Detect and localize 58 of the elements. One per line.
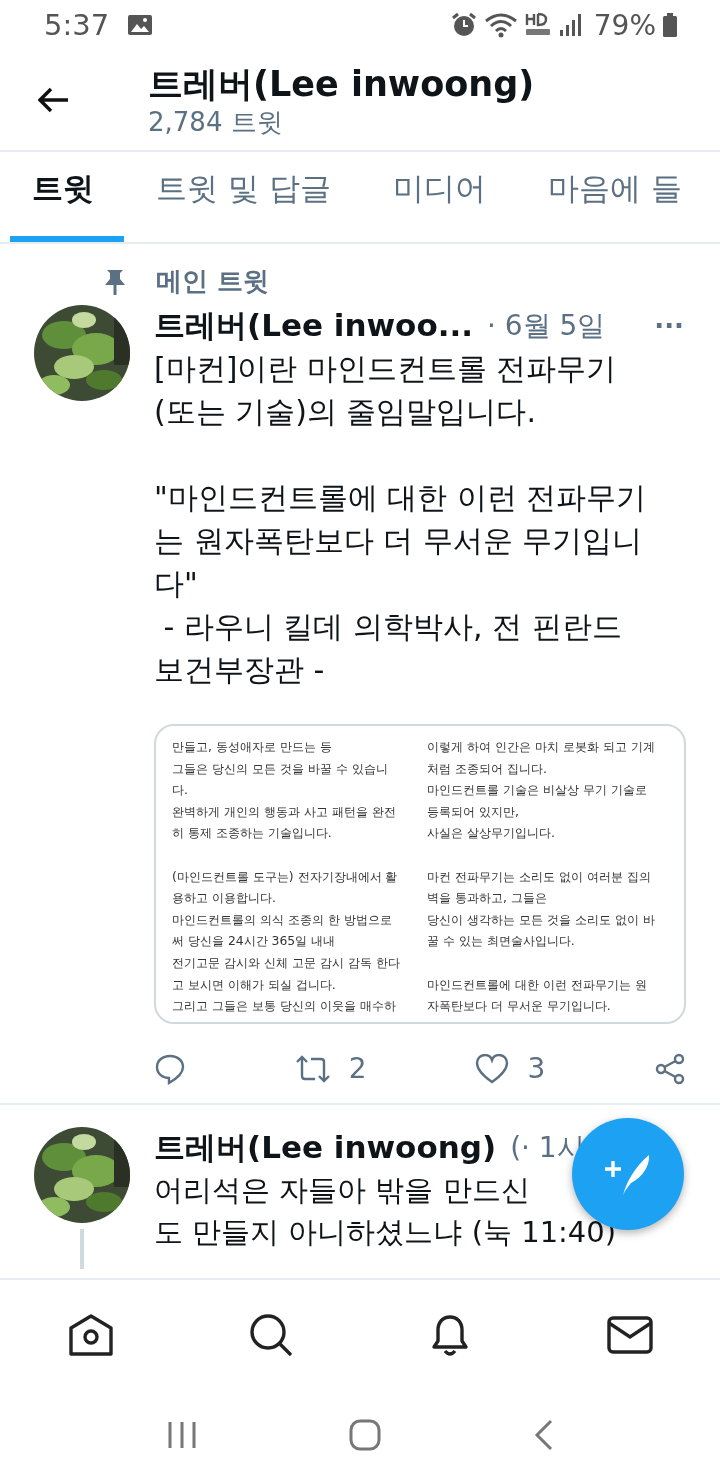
image-text: 이렇게 하여 인간은 마치 로봇화 되고 기계 xyxy=(427,738,656,756)
tweet-text: 도 만들지 아니하셨느냐 (눅 11:40) xyxy=(154,1214,617,1251)
image-text: 그들은 당신의 모든 것을 바꿀 수 있습니 xyxy=(172,759,389,778)
image-icon xyxy=(127,14,154,36)
tweet-time: · 6월 5일 xyxy=(487,308,606,344)
hd-voice-icon xyxy=(523,12,552,38)
signal-icon xyxy=(557,12,584,38)
wifi-icon xyxy=(483,11,518,39)
retweet-count: 2 xyxy=(348,1052,367,1085)
image-text: 마인드컨트롤의 의식 조종의 한 방법으로 xyxy=(172,910,393,929)
image-text: 당신이 생각하는 모든 것을 소리도 없이 바 xyxy=(427,910,656,929)
image-text: 만들고, 동성애자로 만드는 등 xyxy=(172,738,333,756)
tab[interactable]: 미디어 xyxy=(370,152,516,242)
tab[interactable]: 트윗 및 답글 xyxy=(134,152,361,242)
home-button-icon[interactable] xyxy=(348,1418,382,1452)
author-name: 트레버(Lee inwoo... xyxy=(154,306,474,345)
retweet-icon[interactable] xyxy=(294,1053,331,1084)
share-icon[interactable] xyxy=(654,1052,686,1085)
image-text: 등록되어 있지만, xyxy=(427,802,520,821)
image-text: 히 통제 조종하는 기술입니다. xyxy=(172,824,333,843)
image-text: 고 보시면 이해가 되실 겁니다. xyxy=(172,975,337,994)
author-name: 트레버(Lee inwoong) xyxy=(154,1128,497,1167)
like-count: 3 xyxy=(527,1052,546,1085)
image-text: 벽을 통과하고, 그들은 xyxy=(427,889,548,908)
tweet-count: 2,784 트윗 xyxy=(148,106,284,138)
like-icon[interactable] xyxy=(475,1053,510,1084)
pin-icon xyxy=(102,267,128,296)
image-text: 꿀 수 있는 최면술사입니다. xyxy=(427,932,576,951)
battery-percent: 79% xyxy=(593,8,656,42)
battery-icon xyxy=(662,12,678,38)
image-text: 그리고 그들은 보통 당신의 이웃을 매수하 xyxy=(172,997,397,1016)
image-text: 전기고문 감시와 신체 고문 감시 감독 한다 xyxy=(172,953,401,972)
profile-name: 트레버(Lee inwoong) xyxy=(148,63,535,106)
image-text: 자폭탄보다 더 무서운 무기입니다. xyxy=(427,997,612,1016)
tab[interactable]: 마음에 들 xyxy=(525,152,712,242)
image-text: 마컨 전파무기는 소리도 없이 여러분 집의 xyxy=(427,867,652,886)
image-text: 마인드컨트롤 기술은 비살상 무기 기술로 xyxy=(427,781,648,800)
image-text: 처럼 조종되어 집니다. xyxy=(427,759,548,778)
image-text: 완벽하게 개인의 행동과 사고 패턴을 완전 xyxy=(172,802,397,821)
tab[interactable]: 트윗 xyxy=(10,152,124,242)
image-text: (마인드컨트롤 도구는) 전자기장내에서 활 xyxy=(172,867,399,886)
tweet-text: [마컨]이란 마인드컨트롤 전파무기 (또는 기술)의 줄임말입니다. xyxy=(154,350,618,431)
status-time: 5:37 xyxy=(44,8,110,42)
reply-icon[interactable] xyxy=(154,1052,186,1085)
alarm-icon xyxy=(449,11,478,39)
search-icon[interactable] xyxy=(247,1312,294,1358)
more-button[interactable]: ··· xyxy=(654,311,696,341)
image-text: 써 당신을 24시간 365일 내내 xyxy=(172,932,337,951)
image-text: 사실은 살상무기입니다. xyxy=(427,824,556,843)
tweet-text: "마인드컨트롤에 대한 이런 전파무기는 원자폭탄보다 더 무서운 무기입니다" - 라우니 킬데 의학박사, 전 핀란드 보건부장관 - xyxy=(154,479,648,689)
image-text: 용하고 이용합니다. xyxy=(172,889,277,908)
image-text: 마인드컨트롤에 대한 이런 전파무기는 원 xyxy=(427,975,648,994)
image-text: 다. xyxy=(172,781,189,800)
back-arrow-icon[interactable] xyxy=(38,87,70,113)
messages-icon[interactable] xyxy=(605,1315,654,1355)
home-icon[interactable] xyxy=(66,1312,115,1358)
tweet-text: 어리석은 자들아 밖을 만드신 xyxy=(154,1172,530,1209)
pinned-label: 메인 트윗 xyxy=(156,265,270,298)
